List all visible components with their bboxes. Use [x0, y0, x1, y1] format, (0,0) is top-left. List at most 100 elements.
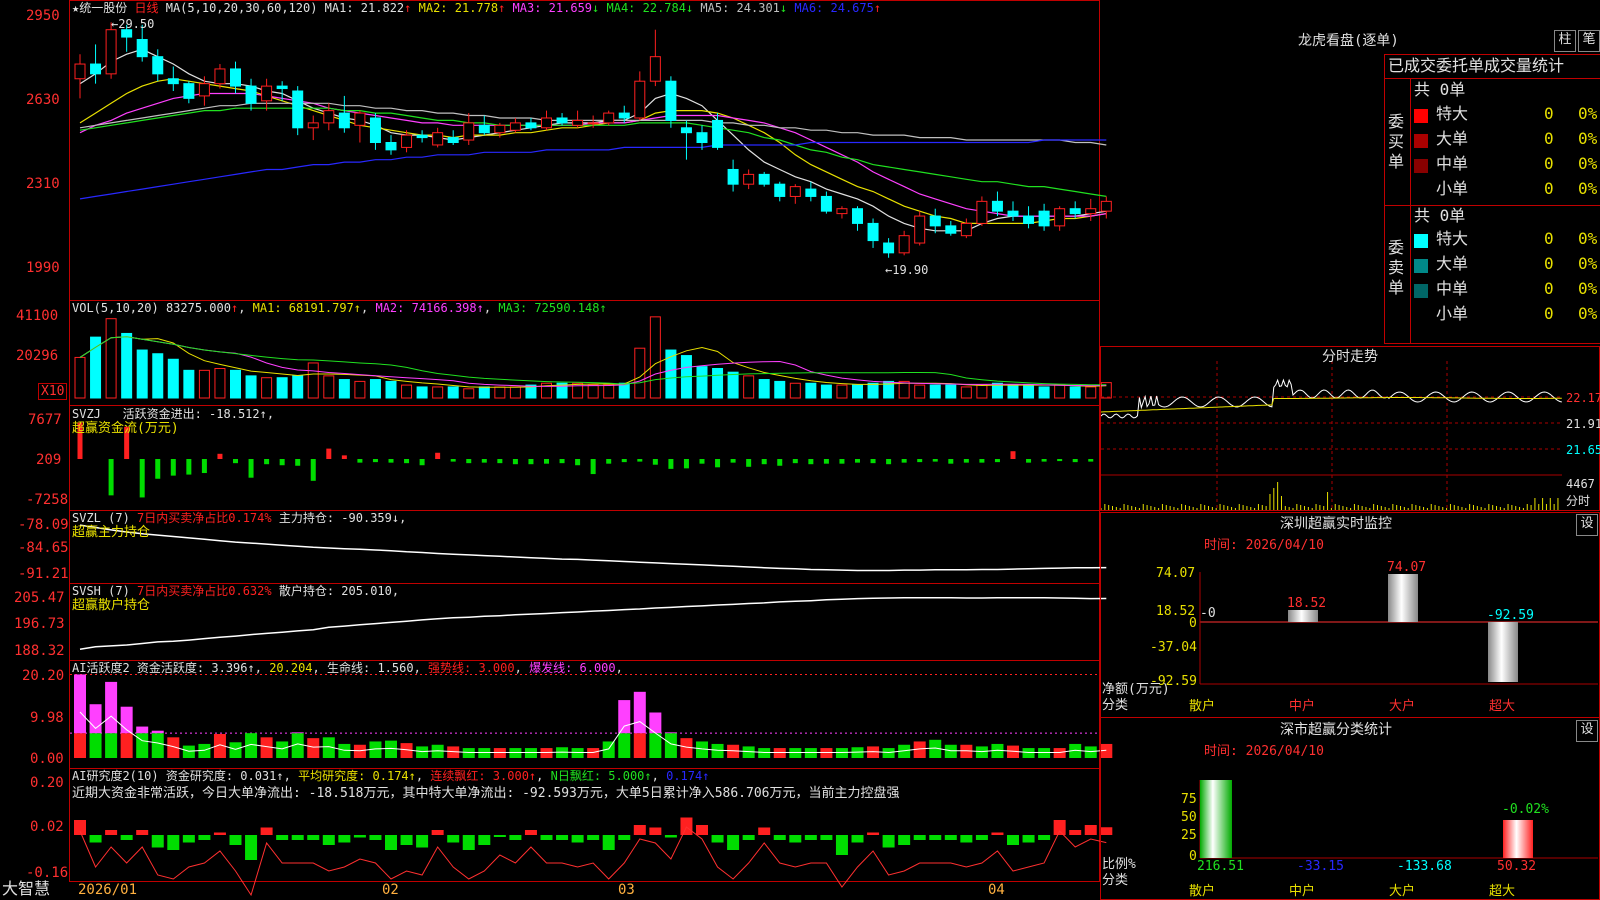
sell-row-count-1: 0	[1544, 229, 1554, 248]
lhb-bar-button[interactable]: 柱	[1554, 30, 1576, 52]
ai2-bar-22	[400, 835, 413, 845]
sz-class-cat-3: 大户	[1389, 884, 1416, 899]
ai2-bar-52	[867, 832, 880, 835]
svzj-bar-63	[1041, 459, 1047, 462]
svzj-bar-51	[855, 459, 860, 463]
candle-body-20	[369, 117, 381, 143]
sz-class-cat-1: 散户	[1189, 884, 1216, 899]
svzj-bar-53	[886, 459, 892, 465]
candle-body-37	[634, 80, 646, 119]
buy-row-name-3: 中单	[1436, 154, 1469, 173]
ai1-bar-47	[789, 748, 802, 758]
sell-row-name-4: 小单	[1436, 304, 1469, 323]
vol-bar-62	[1023, 384, 1035, 399]
svzj-bar-33	[575, 459, 581, 466]
period-label[interactable]: 日线	[134, 1, 158, 15]
buy-row-pct-1: 0%	[1578, 104, 1598, 123]
lhb-tick-button[interactable]: 笔	[1578, 30, 1600, 52]
vol-bar-28	[494, 386, 506, 399]
sz-class-top-label: -0.02%	[1502, 802, 1549, 817]
ma-line-6	[79, 139, 1107, 200]
candle-body-25	[447, 137, 459, 144]
ai1-bar-top-3	[105, 681, 118, 734]
ai1-v3: 生命线: 1.560	[327, 661, 414, 675]
ai2-note: 近期大资金非常活跃，今日大单净流出: -18.518万元，其中特大单净流出: -…	[72, 786, 900, 801]
svzj-bar-41	[699, 459, 705, 464]
svzj-bar-23	[419, 459, 425, 466]
candle-body-49	[820, 195, 832, 212]
ai2-header: AI研究度2(10)	[72, 769, 159, 783]
svzj-bar-59	[979, 459, 985, 463]
ai2-bar-16	[307, 835, 320, 840]
svzj-bar-17	[326, 448, 332, 459]
ai1-bar-34	[587, 748, 600, 758]
intraday-title: 分时走势	[1322, 349, 1378, 365]
candle-body-41	[696, 132, 708, 143]
vol-bar-25	[447, 386, 459, 399]
candle-body-35	[603, 112, 615, 124]
candle-body-44	[743, 173, 755, 185]
candle-body-19	[354, 112, 366, 126]
ai1-bar-top-1	[74, 674, 86, 734]
candle-body-43	[727, 168, 739, 185]
ai2-bar-24	[431, 830, 444, 835]
svzj-bar-43	[730, 459, 736, 463]
main-ytick-3: 2310	[26, 176, 60, 192]
candle-body-54	[898, 235, 910, 254]
vol-bar-29	[509, 386, 521, 399]
svzj-bar-48	[808, 459, 814, 465]
ai2-bar-63	[1038, 835, 1051, 840]
svzj-bar-6	[155, 459, 161, 479]
svzj-bar-50	[839, 459, 845, 464]
svzj-bar-22	[404, 459, 410, 464]
sell-row-count-3: 0	[1544, 279, 1554, 298]
sell-row-swatch-4	[1414, 309, 1428, 323]
ai2-bar-8	[182, 835, 195, 843]
candle-body-21	[385, 142, 397, 151]
svzj-bar-19	[357, 459, 363, 463]
sell-side-label: 委卖单	[1388, 238, 1405, 297]
sz-monitor-settings-button[interactable]: 设	[1576, 514, 1598, 536]
candle-body-13	[261, 85, 273, 102]
sell-row-pct-4: 0%	[1578, 304, 1598, 323]
vol-bar-23	[416, 386, 428, 399]
ma-label: MA(5,10,20,30,60,120)	[165, 1, 318, 15]
svzj-bar-58	[963, 459, 969, 463]
vol-bar-22	[401, 384, 413, 399]
svzj-ytick-2: 209	[36, 452, 62, 468]
ai2-ytick-1: 0.20	[30, 775, 64, 791]
candle-body-38	[649, 56, 661, 82]
candle-body-9	[198, 83, 210, 97]
vol-bar-6	[152, 353, 164, 399]
vol-ma1: MA1: 68191.797↑	[252, 301, 362, 315]
ai1-bar-28	[493, 748, 506, 758]
candle-body-55	[914, 215, 926, 244]
vol-bar-49	[820, 384, 832, 399]
sell-row-pct-1: 0%	[1578, 229, 1598, 248]
vol-bar-20	[369, 379, 381, 399]
candle-body-24	[432, 132, 444, 146]
ma-values: MA1: 21.822↑ MA2: 21.778↑ MA3: 21.659↓ M…	[325, 1, 881, 15]
vol-bar-3	[105, 318, 117, 399]
candle-body-23	[416, 134, 428, 139]
buy-row-name-1: 特大	[1436, 104, 1469, 123]
svzj-bar-35	[606, 459, 612, 464]
ai2-bar-11	[229, 835, 242, 845]
sell-row-swatch-2	[1414, 259, 1428, 273]
ai1-v2: 20.204	[269, 661, 313, 675]
candle-body-57	[945, 225, 957, 234]
candle-body-61	[1007, 210, 1019, 217]
ai1-bar-57	[944, 744, 957, 758]
vol-bar-58	[960, 386, 972, 399]
sz-class-settings-button[interactable]: 设	[1576, 720, 1598, 742]
sz-ytick-1: 74.07	[1156, 566, 1196, 581]
vol-bar-17	[323, 375, 335, 399]
ai2-bar-56	[929, 835, 942, 840]
candle-body-31	[541, 117, 552, 129]
svzj-bar-60	[994, 459, 1000, 463]
candle-body-27	[478, 124, 490, 134]
svzl-ytick-1: -78.09	[18, 517, 69, 533]
sell-row-swatch-3	[1414, 284, 1428, 298]
ai1-bar-top-5	[136, 726, 149, 734]
main-ytick-1: 2950	[26, 8, 60, 24]
